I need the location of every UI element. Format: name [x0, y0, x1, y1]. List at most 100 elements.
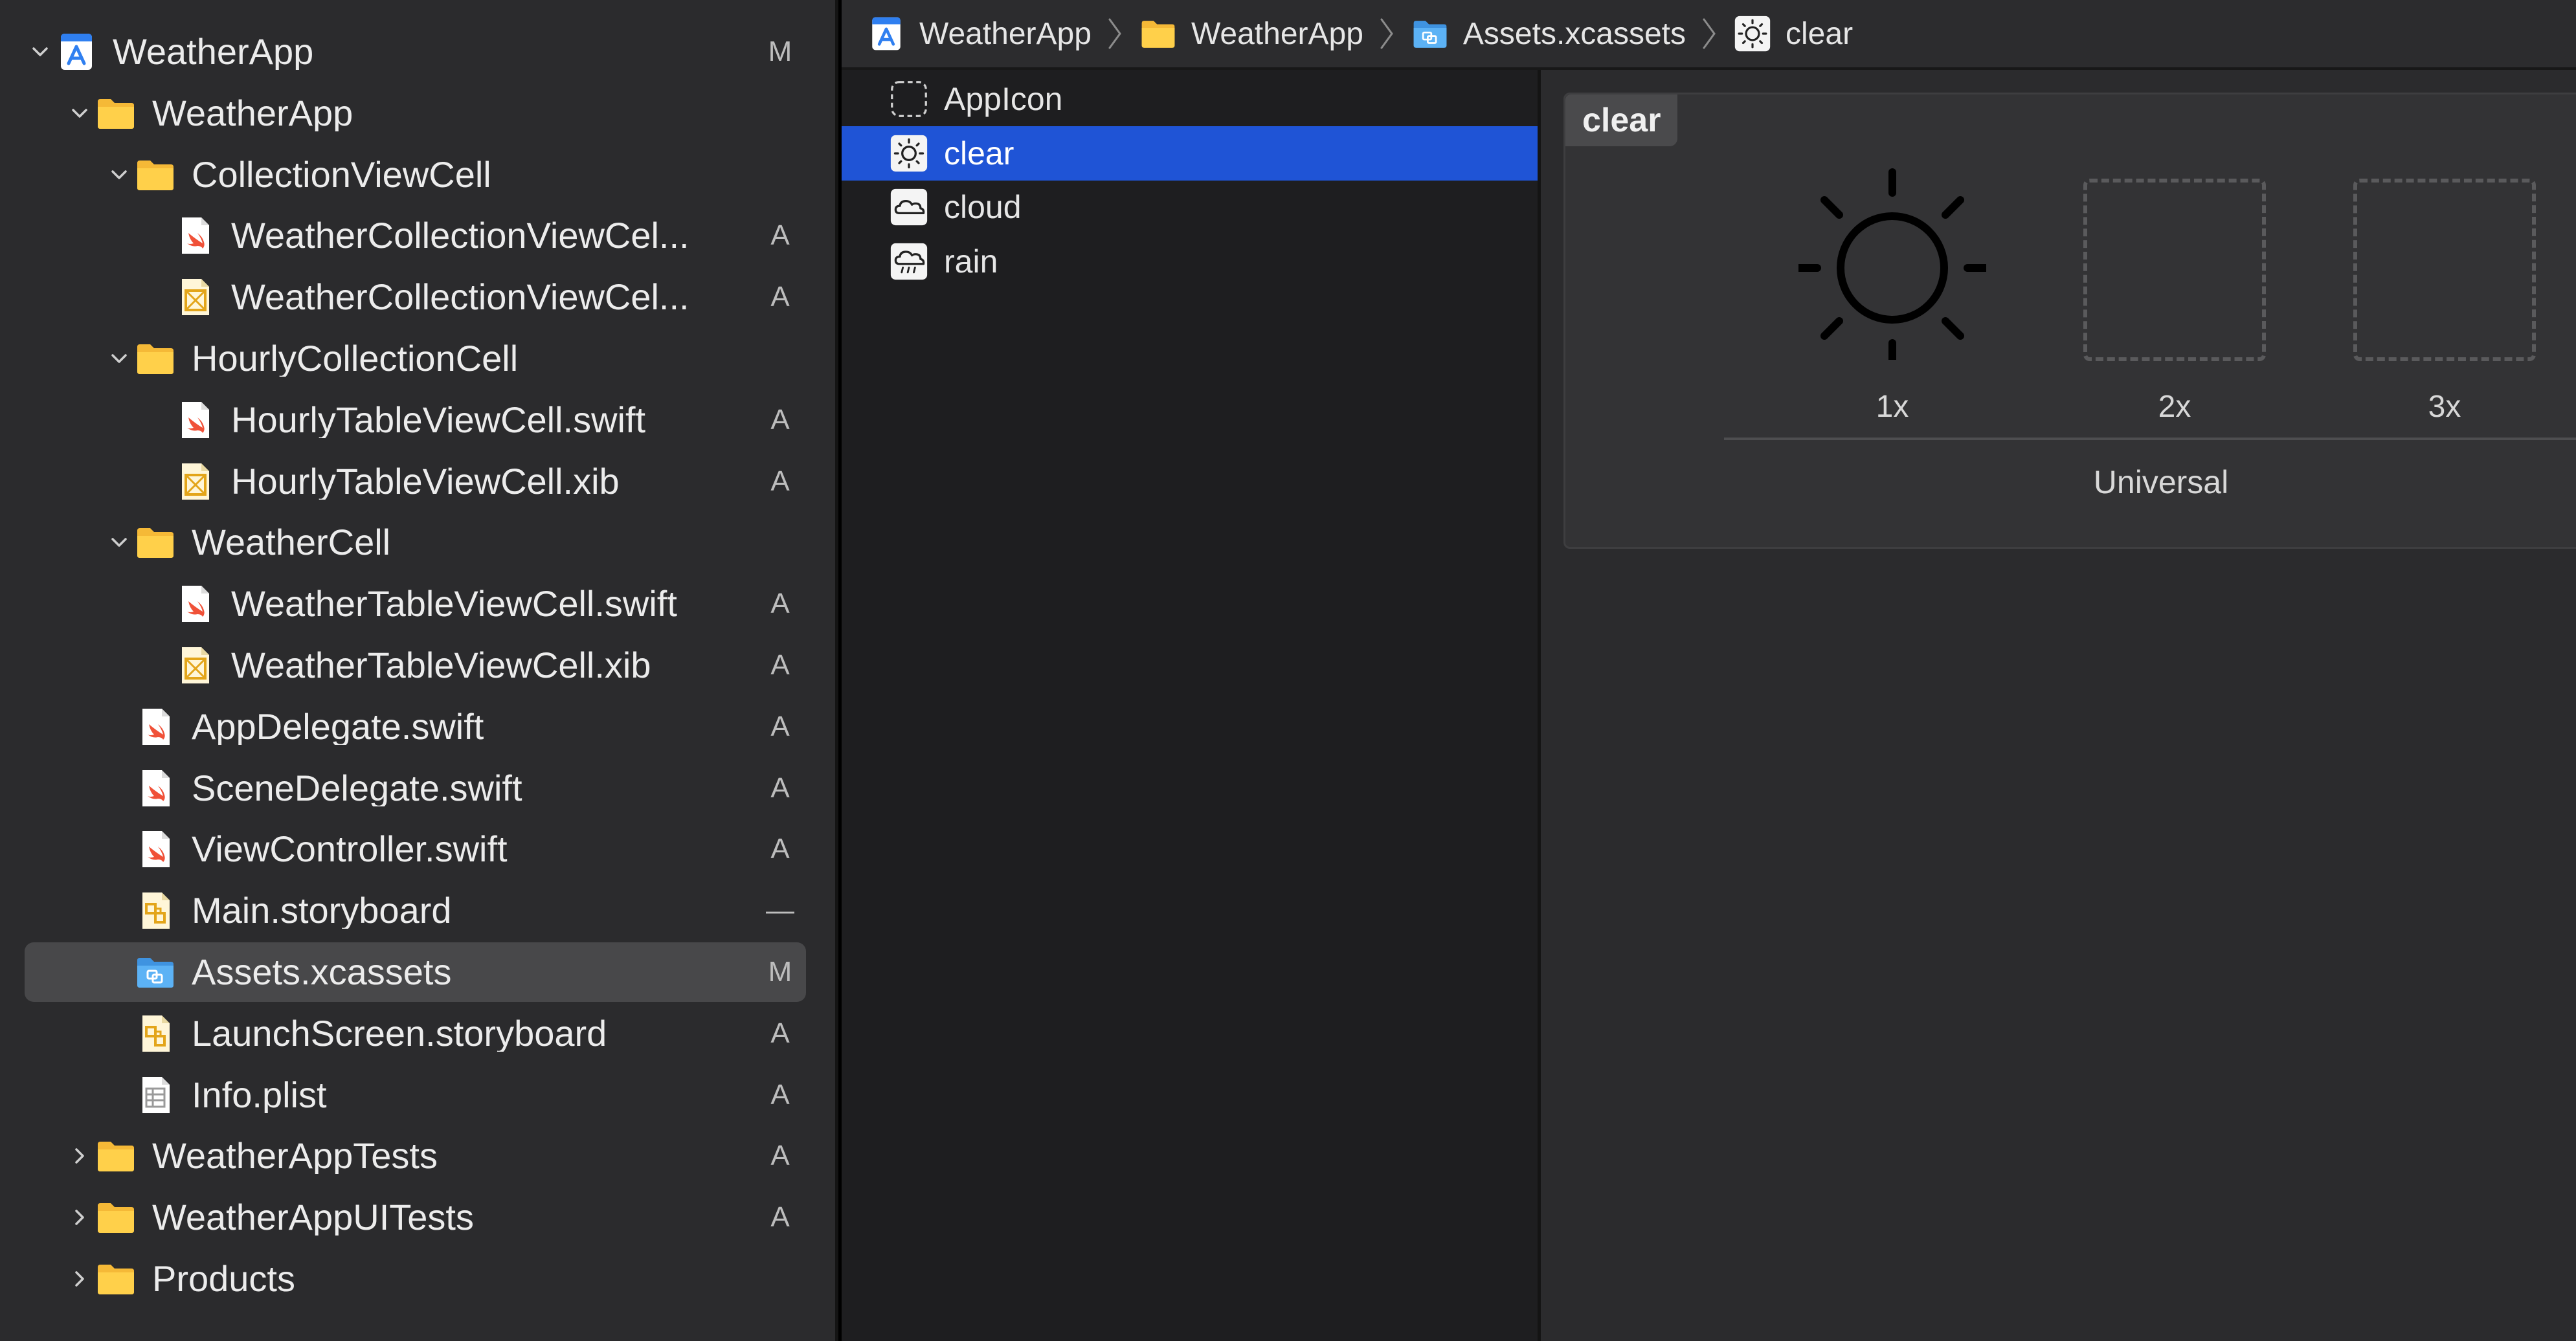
slot-1x-label: 1x — [1876, 390, 1909, 424]
disclosure-spacer — [104, 1018, 135, 1049]
breadcrumb-label: Assets.xcassets — [1462, 16, 1686, 51]
navigator-row-label: Info.plist — [192, 1076, 327, 1113]
navigator-row[interactable]: HourlyTableViewCell.xib A — [25, 452, 806, 511]
source-control-status: A — [770, 281, 790, 313]
folder-icon — [95, 1135, 137, 1177]
source-control-status: A — [770, 465, 790, 497]
chevron-down-icon[interactable] — [104, 159, 135, 190]
slot-3x-well[interactable] — [2353, 179, 2536, 361]
navigator-row[interactable]: ViewController.swift A — [25, 819, 806, 879]
navigator-row[interactable]: SceneDelegate.swift A — [25, 759, 806, 818]
plist-file-icon — [135, 1074, 176, 1116]
navigator-row[interactable]: WeatherApp — [25, 83, 806, 143]
navigator-row[interactable]: WeatherApp M — [25, 22, 806, 82]
asset-list-item[interactable]: AppIcon — [842, 72, 1538, 126]
breadcrumb-item[interactable]: Assets.xcassets — [1411, 15, 1686, 52]
navigator-row[interactable]: WeatherTableViewCell.swift A — [25, 574, 806, 634]
navigator-row[interactable]: Assets.xcassets M — [25, 942, 806, 1002]
asset-list-item[interactable]: rain — [842, 234, 1538, 289]
chevron-right-icon[interactable] — [64, 1140, 95, 1171]
asset-list-label: clear — [944, 135, 1014, 172]
navigator-row[interactable]: WeatherCollectionViewCel... A — [25, 267, 806, 327]
slot-2x-label: 2x — [2158, 390, 2191, 424]
xcode-project-icon — [868, 15, 905, 52]
asset-list-item[interactable]: clear — [842, 126, 1538, 181]
disclosure-spacer — [104, 1080, 135, 1111]
source-control-status: A — [770, 1201, 790, 1234]
navigator-row[interactable]: Products — [25, 1249, 806, 1309]
navigator-row[interactable]: LaunchScreen.storyboard A — [25, 1004, 806, 1063]
navigator-row[interactable]: Main.storyboard — — [25, 881, 806, 940]
navigator-row-label: AppDelegate.swift — [192, 708, 484, 745]
disclosure-spacer — [143, 588, 174, 619]
breadcrumb-separator-icon — [1106, 14, 1125, 53]
folder-icon — [1139, 15, 1177, 52]
chevron-down-icon[interactable] — [25, 36, 56, 67]
navigator-row[interactable]: HourlyTableViewCell.swift A — [25, 390, 806, 450]
breadcrumb-separator-icon — [1700, 14, 1719, 53]
xib-file-icon — [174, 461, 216, 502]
breadcrumb-item[interactable]: WeatherApp — [868, 15, 1092, 52]
folder-icon — [95, 93, 137, 134]
swift-file-icon — [135, 768, 176, 809]
slot-1x-well[interactable] — [1793, 166, 1992, 368]
slot-2x-well[interactable] — [2083, 179, 2266, 361]
navigator-row[interactable]: Info.plist A — [25, 1065, 806, 1125]
navigator-row-label: WeatherApp — [152, 94, 353, 131]
navigator-row-label: WeatherTableViewCell.xib — [231, 647, 651, 683]
navigator-row-label: WeatherTableViewCell.swift — [231, 586, 677, 623]
navigator-row-label: HourlyTableViewCell.xib — [231, 463, 620, 500]
chevron-down-icon[interactable] — [104, 527, 135, 558]
disclosure-spacer — [143, 405, 174, 436]
storyboard-file-icon — [135, 1013, 176, 1054]
navigator-row[interactable]: WeatherCell — [25, 513, 806, 572]
navigator-row[interactable]: CollectionViewCell — [25, 145, 806, 205]
storyboard-file-icon — [135, 890, 176, 931]
chevron-down-icon[interactable] — [64, 98, 95, 129]
slot-3x-label: 3x — [2428, 390, 2461, 424]
sun-icon — [1793, 168, 1992, 368]
navigator-row-label: Assets.xcassets — [192, 954, 452, 990]
navigator-row[interactable]: WeatherCollectionViewCel... A — [25, 206, 806, 265]
breadcrumb-item[interactable]: WeatherApp — [1139, 15, 1363, 52]
navigator-row-label: WeatherAppTests — [152, 1138, 438, 1175]
asset-catalog-icon — [135, 951, 176, 993]
source-control-status: A — [770, 1078, 790, 1111]
navigator-row-label: WeatherCollectionViewCel... — [231, 217, 689, 254]
asset-list-item[interactable]: cloud — [842, 180, 1538, 234]
disclosure-spacer — [143, 650, 174, 681]
breadcrumb-label: WeatherApp — [1191, 16, 1363, 51]
breadcrumb-label: clear — [1786, 16, 1854, 51]
asset-list-label: cloud — [944, 189, 1022, 225]
breadcrumb-item[interactable]: clear — [1734, 15, 1853, 52]
navigator-row-label: HourlyTableViewCell.swift — [231, 401, 646, 438]
chevron-down-icon[interactable] — [104, 343, 135, 374]
navigator-row[interactable]: WeatherTableViewCell.xib A — [25, 636, 806, 695]
source-control-status: M — [768, 956, 792, 988]
xib-file-icon — [174, 276, 216, 318]
swift-file-icon — [174, 215, 216, 256]
navigator-row[interactable]: WeatherAppTests A — [25, 1126, 806, 1186]
navigator-row-label: LaunchScreen.storyboard — [192, 1015, 607, 1052]
navigator-row[interactable]: WeatherAppUITests A — [25, 1188, 806, 1247]
navigator-row[interactable]: HourlyCollectionCell — [25, 329, 806, 388]
disclosure-spacer — [104, 711, 135, 742]
asset-catalog-list: AppIcon clear cloud rain — [842, 70, 1541, 1341]
chevron-right-icon[interactable] — [64, 1263, 95, 1294]
source-control-status: A — [770, 588, 790, 620]
breadcrumb-label: WeatherApp — [919, 16, 1092, 51]
sun-image-set-icon — [890, 134, 928, 173]
source-control-status: A — [770, 833, 790, 865]
navigator-row-label: ViewController.swift — [192, 831, 508, 868]
navigator-row[interactable]: AppDelegate.swift A — [25, 697, 806, 757]
navigator-row-label: SceneDelegate.swift — [192, 770, 522, 806]
source-control-status: A — [770, 771, 790, 804]
swift-file-icon — [174, 399, 216, 441]
source-control-status: A — [770, 710, 790, 742]
disclosure-spacer — [143, 220, 174, 251]
navigator-row-label: WeatherAppUITests — [152, 1199, 474, 1236]
chevron-right-icon[interactable] — [64, 1202, 95, 1233]
navigator-row-label: Products — [152, 1261, 295, 1297]
swift-file-icon — [135, 706, 176, 748]
asset-name-label: clear — [1565, 94, 1678, 146]
